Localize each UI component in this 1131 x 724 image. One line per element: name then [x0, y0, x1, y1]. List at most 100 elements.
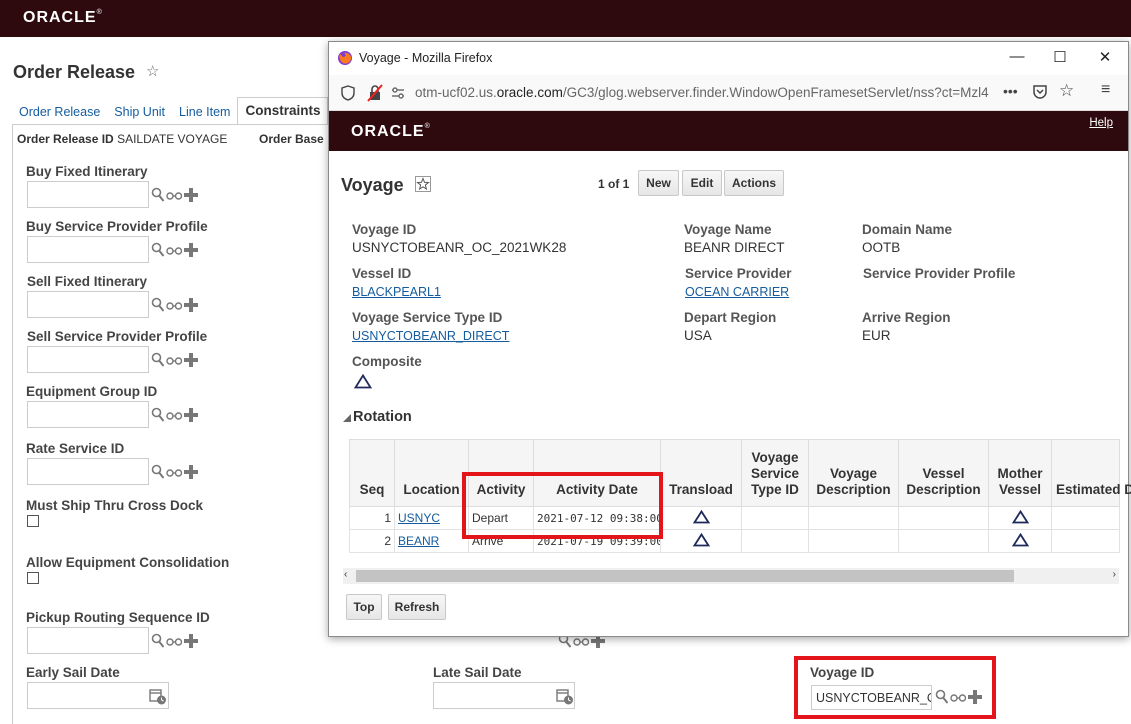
scroll-right-icon[interactable]: › — [1113, 569, 1116, 580]
search-icon[interactable] — [151, 187, 165, 203]
voyage-service-type-id-link[interactable]: USNYCTOBEANR_DIRECT — [352, 329, 509, 343]
maximize-icon[interactable]: ☐ — [1050, 48, 1070, 66]
favorite-star-icon[interactable]: ☆ — [146, 62, 159, 80]
glasses-icon[interactable] — [166, 244, 183, 256]
col-transload[interactable]: Transload — [660, 439, 742, 507]
service-provider-link[interactable]: OCEAN CARRIER — [685, 285, 789, 299]
estimated-date-cell — [1051, 506, 1120, 530]
voyage-description-cell — [808, 506, 899, 530]
tab-line-item[interactable]: Line Item — [172, 105, 237, 124]
late-sail-date-input[interactable] — [433, 682, 575, 709]
vessel-id-link[interactable]: BLACKPEARL1 — [352, 285, 441, 299]
close-icon[interactable]: ✕ — [1095, 48, 1115, 66]
plus-icon[interactable] — [184, 243, 198, 257]
top-button[interactable]: Top — [346, 594, 382, 620]
col-location[interactable]: Location — [394, 439, 469, 507]
col-seq[interactable]: Seq — [349, 439, 395, 507]
collapse-arrow-icon[interactable] — [342, 413, 352, 423]
buy-fixed-itinerary-input[interactable] — [27, 181, 149, 208]
scrollbar-thumb[interactable] — [356, 570, 1014, 582]
horizontal-scrollbar[interactable]: ‹ › — [343, 568, 1119, 584]
page-title: Order Release — [13, 62, 136, 82]
col-mother-vessel[interactable]: Mother Vessel — [988, 439, 1052, 507]
pocket-icon[interactable] — [1032, 84, 1048, 100]
buy-sp-profile-input[interactable] — [27, 236, 149, 263]
service-provider-label: Service Provider — [685, 266, 792, 281]
plus-icon[interactable] — [184, 298, 198, 312]
bookmark-star-icon[interactable]: ☆ — [1059, 81, 1074, 101]
voyage-name-value: BEANR DIRECT — [684, 240, 785, 255]
search-icon[interactable] — [151, 352, 165, 368]
glasses-icon[interactable] — [166, 635, 183, 647]
new-button[interactable]: New — [638, 170, 679, 196]
shield-icon[interactable] — [341, 85, 355, 101]
must-ship-thru-cross-dock-label: Must Ship Thru Cross Dock — [26, 498, 204, 513]
search-icon[interactable] — [151, 464, 165, 480]
favorite-star-icon[interactable] — [415, 176, 431, 192]
tab-ship-unit[interactable]: Ship Unit — [107, 105, 172, 124]
calendar-icon[interactable] — [556, 688, 574, 705]
plus-icon[interactable] — [184, 353, 198, 367]
search-icon[interactable] — [151, 633, 165, 649]
insecure-lock-icon[interactable] — [367, 84, 383, 102]
edit-button[interactable]: Edit — [682, 170, 722, 196]
rate-service-id-actions — [151, 464, 198, 480]
allow-equipment-consolidation-label: Allow Equipment Consolidation — [26, 555, 230, 570]
col-voyage-service-type-id[interactable]: Voyage Service Type ID — [741, 439, 809, 507]
equipment-group-id-input[interactable] — [27, 401, 149, 428]
scroll-left-icon[interactable]: ‹ — [344, 569, 347, 580]
refresh-button[interactable]: Refresh — [388, 594, 446, 620]
plus-icon[interactable] — [184, 634, 198, 648]
col-estimated-date[interactable]: Estimated Date — [1051, 439, 1131, 507]
search-icon[interactable] — [151, 297, 165, 313]
tab-constraints[interactable]: Constraints — [237, 97, 329, 124]
location-link[interactable]: USNYC — [398, 511, 440, 525]
minimize-icon[interactable]: — — [1007, 48, 1027, 65]
col-voyage-description[interactable]: Voyage Description — [808, 439, 899, 507]
order-release-id-value: SAILDATE VOYAGE — [117, 132, 228, 146]
col-vessel-description[interactable]: Vessel Description — [898, 439, 989, 507]
seq-cell: 2 — [349, 529, 395, 553]
url-domain: oracle.com — [496, 85, 563, 100]
pickup-routing-sequence-id-input[interactable] — [27, 627, 149, 654]
actions-button[interactable]: Actions — [724, 170, 784, 196]
rotation-heading: Rotation — [353, 409, 412, 425]
triangle-icon — [1011, 509, 1029, 523]
app-header: ORACLE® — [0, 0, 1131, 37]
early-sail-date-input[interactable] — [27, 682, 169, 709]
location-link[interactable]: BEANR — [398, 534, 439, 548]
rate-service-id-label: Rate Service ID — [26, 441, 125, 456]
url-text[interactable]: otm-ucf02.us.oracle.com/GC3/glog.webserv… — [415, 85, 995, 100]
mother-vessel-cell — [988, 506, 1052, 530]
voyage-popup-window: Voyage - Mozilla Firefox — ☐ ✕ otm-ucf02… — [328, 41, 1131, 637]
rate-service-id-input[interactable] — [27, 458, 149, 485]
search-icon[interactable] — [151, 407, 165, 423]
permissions-icon[interactable] — [391, 86, 405, 100]
glasses-icon[interactable] — [166, 354, 183, 366]
url-bar[interactable]: otm-ucf02.us.oracle.com/GC3/glog.webserv… — [329, 75, 1128, 111]
glasses-icon[interactable] — [166, 466, 183, 478]
menu-icon[interactable]: ≡ — [1101, 81, 1110, 99]
voyage-id-value: USNYCTOBEANR_OC_2021WK28 — [352, 240, 567, 255]
sell-sp-profile-input[interactable] — [27, 346, 149, 373]
order-base-label: Order Base — [259, 132, 324, 146]
glasses-icon[interactable] — [166, 299, 183, 311]
plus-icon[interactable] — [184, 465, 198, 479]
calendar-icon[interactable] — [149, 688, 167, 705]
buy-sp-profile-label: Buy Service Provider Profile — [26, 219, 208, 234]
must-ship-thru-cross-dock-checkbox[interactable] — [27, 515, 39, 527]
glasses-icon[interactable] — [166, 409, 183, 421]
search-icon[interactable] — [151, 242, 165, 258]
transload-cell — [660, 506, 742, 530]
equipment-group-id-actions — [151, 407, 198, 423]
sell-fixed-itinerary-input[interactable] — [27, 291, 149, 318]
plus-icon[interactable] — [184, 188, 198, 202]
tab-order-release[interactable]: Order Release — [12, 105, 107, 124]
allow-equipment-consolidation-checkbox[interactable] — [27, 572, 39, 584]
triangle-icon — [1011, 532, 1029, 546]
plus-icon[interactable] — [184, 408, 198, 422]
glasses-icon[interactable] — [166, 189, 183, 201]
page-actions-icon[interactable]: ••• — [1003, 83, 1018, 99]
help-link[interactable]: Help — [1089, 117, 1113, 129]
highlight-voyage-id — [794, 656, 996, 719]
